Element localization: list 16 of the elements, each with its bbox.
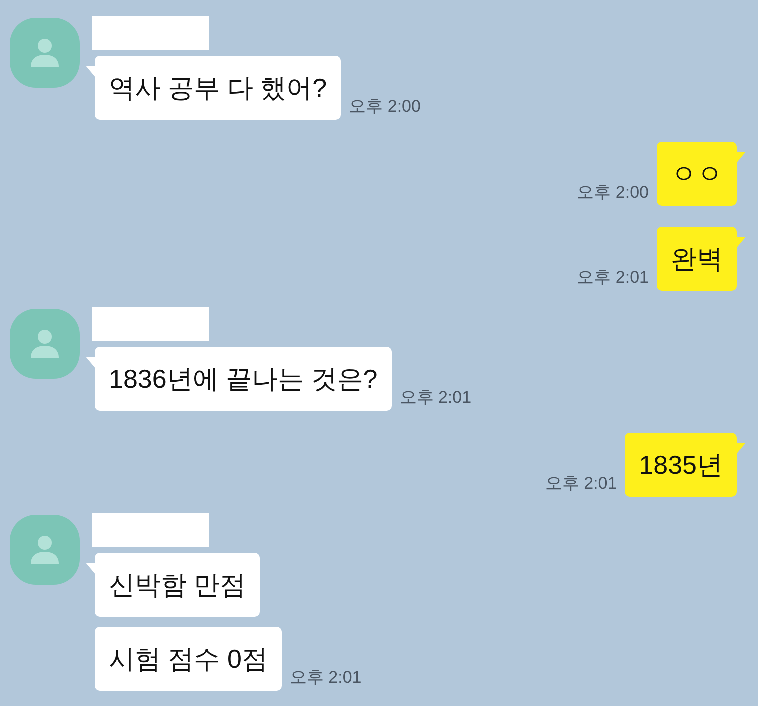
avatar-icon [10, 515, 80, 585]
message-time: 오후 2:01 [545, 472, 618, 494]
message-time: 오후 2:01 [290, 666, 362, 688]
bubble-tail [736, 152, 746, 164]
message-time: 오후 2:01 [400, 386, 472, 408]
bubble-tail [86, 563, 96, 575]
message-bubble: 시험 점수 0점 [95, 627, 282, 691]
bubble-tail [86, 357, 96, 369]
avatar-icon [10, 18, 80, 88]
bubble-tail [736, 237, 746, 249]
message-time: 오후 2:00 [349, 96, 421, 118]
message-time: 오후 2:00 [577, 182, 649, 204]
bubble-tail [736, 443, 746, 455]
message-time: 오후 2:01 [577, 266, 649, 288]
bubble-tail [86, 66, 96, 78]
avatar-icon [10, 309, 80, 379]
